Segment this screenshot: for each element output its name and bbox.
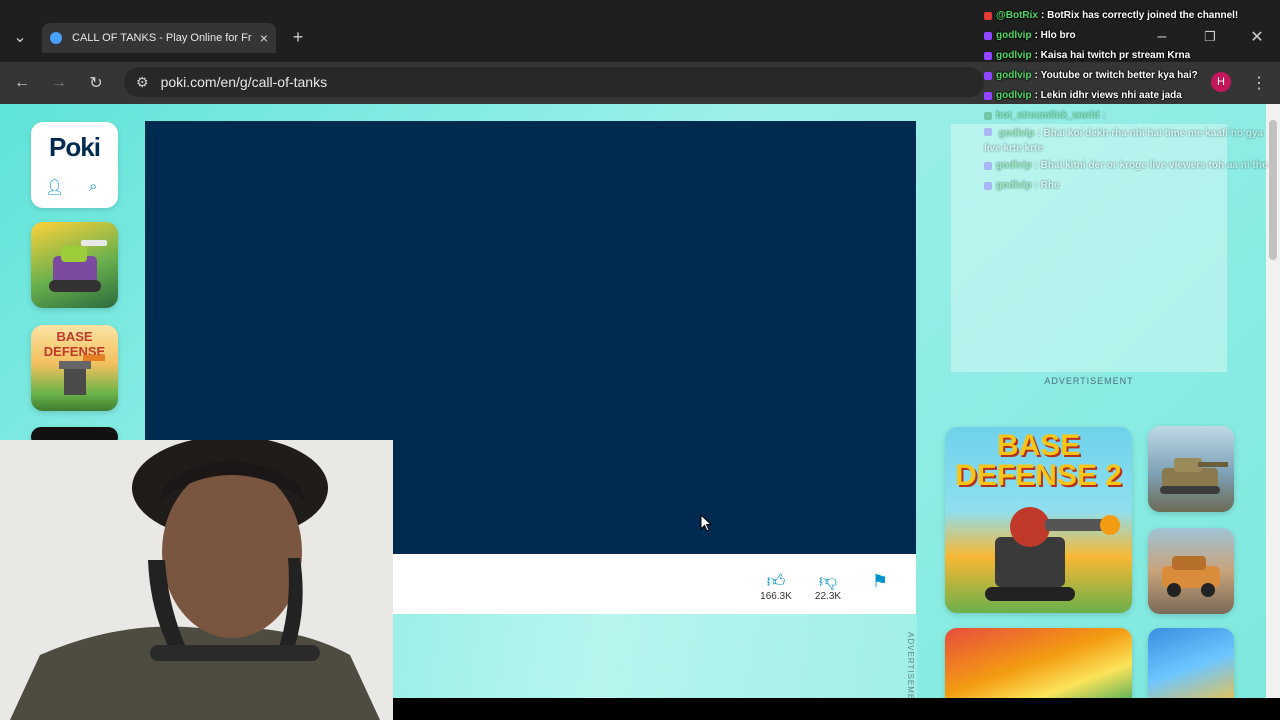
chat-message: @BotRix: BotRix has correctly joined the…	[984, 6, 1280, 26]
dislike-button[interactable]: 👎︎ 22.3K	[808, 571, 848, 602]
sub-badge-icon	[984, 52, 992, 60]
bot-badge-icon	[984, 12, 992, 20]
chat-username: godlvip	[996, 90, 1032, 101]
chat-text: Kaisa hai twitch pr stream Krna	[1040, 50, 1191, 61]
base-defense-2-art	[985, 507, 1120, 601]
sub-badge-icon	[984, 32, 992, 40]
chat-text: Rhe	[1040, 180, 1060, 191]
address-bar[interactable]: ⚙ poki.com/en/g/call-of-tanks	[124, 67, 984, 97]
user-icon[interactable]: 👤︎	[45, 178, 64, 196]
bot-badge-icon	[984, 112, 992, 120]
chat-username: bot_streamlink_world	[996, 110, 1100, 121]
stream-chat-overlay: @BotRix: BotRix has correctly joined the…	[984, 6, 1280, 196]
new-tab-button[interactable]: +	[286, 25, 310, 49]
chat-username: godlvip	[998, 128, 1035, 139]
sub-badge-icon	[984, 182, 992, 190]
webcam-overlay	[0, 440, 393, 720]
like-button[interactable]: 👍︎ 166.3K	[756, 571, 796, 602]
derby-car-art	[1162, 556, 1220, 597]
dislike-count: 22.3K	[814, 591, 842, 602]
chat-username: @BotRix	[996, 10, 1038, 21]
sub-badge-icon	[984, 128, 992, 136]
search-icon[interactable]: ⌕	[89, 178, 97, 195]
below-game-area	[393, 614, 917, 698]
game-thumb-tiger-tank[interactable]	[1148, 426, 1234, 512]
advertisement-label: ADVERTISEMENT	[1044, 376, 1134, 386]
game-thumb-derby-car[interactable]	[1148, 528, 1234, 614]
chat-message: bot_streamlink_world:	[984, 106, 1280, 126]
mouse-cursor-icon	[700, 514, 712, 532]
game-thumb-base-defense-2[interactable]: BASE DEFENSE 2	[945, 427, 1132, 613]
reload-icon[interactable]: ↻	[84, 71, 108, 95]
sub-badge-icon	[984, 72, 992, 80]
flag-icon: ⚑	[871, 571, 889, 591]
chat-message: godlvip: Hlo bro	[984, 26, 1280, 46]
chat-username: godlvip	[996, 70, 1032, 81]
chat-username: godlvip	[996, 50, 1032, 61]
poki-logo[interactable]: Poki	[31, 132, 118, 163]
chat-message: godlvip: Youtube or twitch better kya ha…	[984, 66, 1280, 86]
like-count: 166.3K	[760, 591, 792, 602]
base-defense-art	[59, 355, 105, 395]
tank-game-art	[49, 240, 107, 292]
chat-message: godlvip: Bhai koi dekh rha nhi hai time …	[984, 128, 1263, 154]
poki-nav-card: Poki 👤︎ ⌕	[31, 122, 118, 208]
chat-text: Hlo bro	[1040, 30, 1076, 41]
tab-title: CALL OF TANKS - Play Online for Free	[72, 32, 252, 44]
game-thumb-subway-surfers[interactable]	[1148, 628, 1234, 698]
chat-message: godlvip: Bhai kitni der or kroge live vi…	[984, 156, 1280, 176]
taskbar-strip	[393, 698, 1280, 720]
game-thumb-tank[interactable]	[31, 222, 118, 308]
chat-username: godlvip	[996, 160, 1032, 171]
chat-text: Bhai kitni der or kroge live viewers toh…	[1040, 160, 1268, 171]
tiger-tank-art	[1160, 458, 1228, 494]
site-info-icon[interactable]: ⚙	[136, 74, 149, 91]
report-button[interactable]: ⚑	[860, 571, 900, 591]
chat-message: godlvip: Kaisa hai twitch pr stream Krna	[984, 46, 1280, 66]
thumbs-down-icon: 👎︎	[818, 571, 838, 591]
vertical-ad-label: ADVERTISEMENT	[906, 632, 915, 698]
browser-tab[interactable]: CALL OF TANKS - Play Online for Free ×	[42, 23, 276, 53]
game-thumb-flame-robot[interactable]	[945, 628, 1132, 698]
chat-text: Lekin idhr views nhi aate jada	[1040, 90, 1182, 101]
tab-favicon-icon	[50, 32, 62, 44]
sub-badge-icon	[984, 162, 992, 170]
game-thumb-base-defense[interactable]: BASE DEFENSE	[31, 325, 118, 411]
chat-message: godlvip: Rhe	[984, 176, 1280, 196]
thumbs-up-icon: 👍︎	[766, 571, 786, 591]
tab-search-chevron-icon[interactable]: ⌄	[8, 25, 32, 49]
chat-message: godlvip: Lekin idhr views nhi aate jada	[984, 86, 1280, 106]
chat-text: BotRix has correctly joined the channel!	[1047, 10, 1239, 21]
chat-username: godlvip	[996, 30, 1032, 41]
chat-text: Youtube or twitch better kya hai?	[1040, 70, 1198, 81]
address-url: poki.com/en/g/call-of-tanks	[160, 74, 328, 90]
back-icon[interactable]: ←	[10, 71, 34, 95]
streamer-webcam-image	[0, 440, 393, 720]
close-tab-icon[interactable]: ×	[260, 30, 268, 46]
chat-username: godlvip	[996, 180, 1032, 191]
forward-icon[interactable]: →	[47, 71, 71, 95]
sub-badge-icon	[984, 92, 992, 100]
